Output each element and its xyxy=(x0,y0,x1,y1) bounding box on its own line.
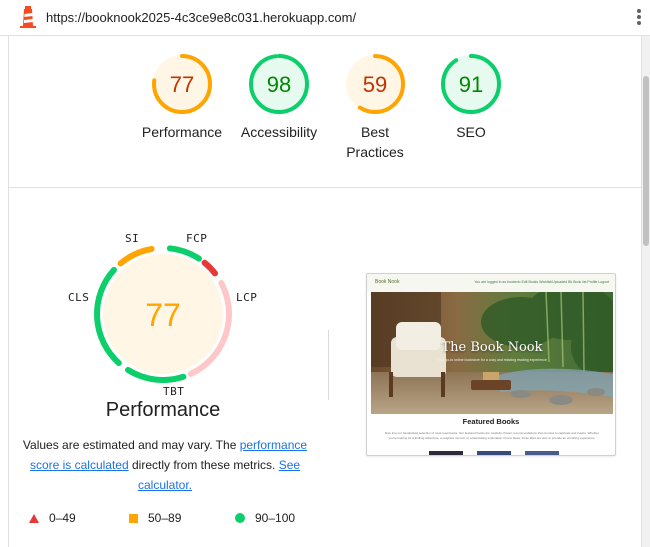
gauge-label: Performance xyxy=(141,124,223,140)
metric-lcp-label: LCP xyxy=(236,291,258,304)
performance-title: Performance xyxy=(105,399,221,421)
metric-fcp-label: FCP xyxy=(186,232,208,245)
gauge-best-practices-ring: 59 xyxy=(345,54,405,114)
gauge-best-practices[interactable]: 59 Best Practices xyxy=(320,52,430,162)
screenshot-book-covers xyxy=(429,451,559,455)
section-divider xyxy=(8,187,642,188)
triangle-icon xyxy=(29,513,39,523)
gauge-seo[interactable]: 91 SEO xyxy=(416,52,526,142)
note-middle: directly from these metrics. xyxy=(128,458,279,472)
metric-lcp-arc xyxy=(201,259,219,277)
screenshot-navbar: Book Nook You are logged in as bookerlo … xyxy=(367,274,615,292)
circle-icon xyxy=(235,513,245,523)
scrollbar[interactable] xyxy=(642,36,650,547)
page-screenshot[interactable]: Book Nook You are logged in as bookerlo … xyxy=(366,273,616,456)
metric-si-label: SI xyxy=(125,232,140,245)
url-text[interactable]: https://booknook2025-4c3ce9e8c031.heroku… xyxy=(46,10,356,25)
gauge-score: 59 xyxy=(363,72,387,97)
screenshot-hero-title: The Book Nook xyxy=(441,340,543,355)
estimate-note: Values are estimated and may vary. The p… xyxy=(20,435,310,495)
legend-fail: 0–49 xyxy=(29,511,76,525)
performance-metric-gauge: 77 xyxy=(94,245,232,383)
screenshot-featured-title: Featured Books xyxy=(462,417,520,426)
gauge-label: Best Practices xyxy=(346,124,404,160)
gauge-label: Accessibility xyxy=(240,124,318,140)
legend-fail-range: 0–49 xyxy=(49,511,76,525)
metric-cls-label: CLS xyxy=(68,291,90,304)
gauge-score: 77 xyxy=(170,72,194,97)
kebab-menu-icon[interactable] xyxy=(636,9,642,27)
legend-average-range: 50–89 xyxy=(148,511,182,525)
legend-average: 50–89 xyxy=(129,511,181,525)
screenshot-body-text: Dive into our handpicked selection of mu… xyxy=(385,431,599,440)
gauge-score: 91 xyxy=(459,72,483,97)
lighthouse-icon xyxy=(20,6,36,28)
scrollbar-thumb[interactable] xyxy=(643,76,649,246)
note-prefix: Values are estimated and may vary. The xyxy=(22,438,240,452)
legend-pass-range: 90–100 xyxy=(255,511,296,525)
gauge-seo-ring: 91 xyxy=(441,54,501,114)
legend-pass: 90–100 xyxy=(235,511,295,525)
gauge-accessibility[interactable]: 98 Accessibility xyxy=(224,52,334,142)
screenshot-brand: Book Nook xyxy=(375,279,400,285)
screenshot-hero-subtitle: Your go-to online bookstore for a cozy a… xyxy=(437,358,547,362)
vertical-separator xyxy=(328,330,329,400)
gauge-performance-ring: 77 xyxy=(152,54,212,114)
gauge-label: SEO xyxy=(456,124,486,140)
screenshot-nav-links: You are logged in as bookerlo Edit Books… xyxy=(474,280,609,284)
url-bar: https://booknook2025-4c3ce9e8c031.heroku… xyxy=(0,0,650,36)
gauge-performance[interactable]: 77 Performance xyxy=(127,52,237,142)
metric-tbt-label: TBT xyxy=(163,385,185,398)
performance-big-score: 77 xyxy=(145,297,181,333)
square-icon xyxy=(129,513,138,523)
gauge-score: 98 xyxy=(267,72,291,97)
screenshot-hero: The Book Nook Your go-to online bookstor… xyxy=(371,292,613,414)
gauge-accessibility-ring: 98 xyxy=(249,54,309,114)
